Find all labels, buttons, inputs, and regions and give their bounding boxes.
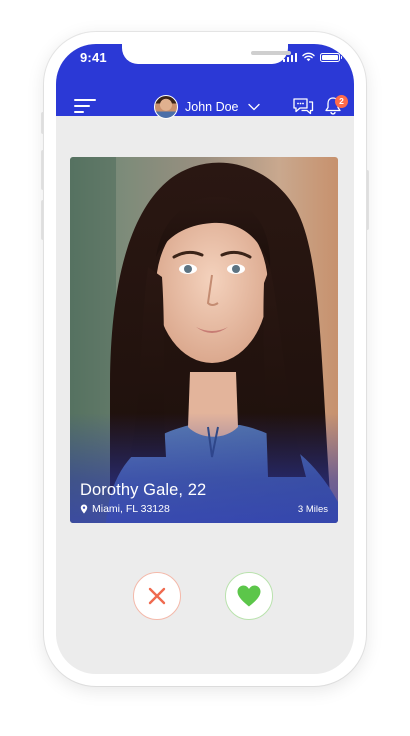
chat-bubbles-icon[interactable] — [292, 97, 314, 115]
profile-name-age: Dorothy Gale, 22 — [80, 481, 207, 499]
app-preview: 9:41 John Doe 2 Dorothy Gale, 22 Miami, … — [0, 0, 410, 736]
close-x-icon — [148, 587, 166, 605]
phone-frame: 9:41 John Doe 2 Dorothy Gale, 22 Miami, … — [44, 32, 366, 686]
profile-location: Miami, FL 33128 — [80, 503, 170, 515]
profile-card[interactable]: Dorothy Gale, 22 Miami, FL 33128 3 Miles — [70, 157, 338, 523]
wifi-icon — [302, 52, 315, 62]
signal-icon — [282, 52, 297, 62]
heart-icon — [237, 585, 261, 607]
user-name: John Doe — [185, 100, 239, 114]
dislike-button[interactable] — [133, 572, 181, 620]
phone-screen: 9:41 John Doe 2 Dorothy Gale, 22 Miami, … — [56, 44, 354, 674]
phone-notch — [122, 44, 291, 64]
like-button[interactable] — [225, 572, 273, 620]
profile-distance: 3 Miles — [297, 504, 328, 515]
battery-icon — [320, 52, 342, 62]
chevron-down-icon — [247, 103, 260, 111]
avatar — [154, 95, 178, 119]
status-icons — [282, 52, 342, 62]
app-header: 9:41 John Doe 2 — [56, 44, 354, 119]
menu-button[interactable] — [74, 99, 96, 113]
notification-badge: 2 — [335, 95, 348, 108]
profile-location-text: Miami, FL 33128 — [92, 503, 170, 515]
status-time: 9:41 — [80, 50, 107, 65]
location-pin-icon — [80, 504, 88, 514]
user-switcher[interactable]: John Doe — [154, 95, 261, 119]
